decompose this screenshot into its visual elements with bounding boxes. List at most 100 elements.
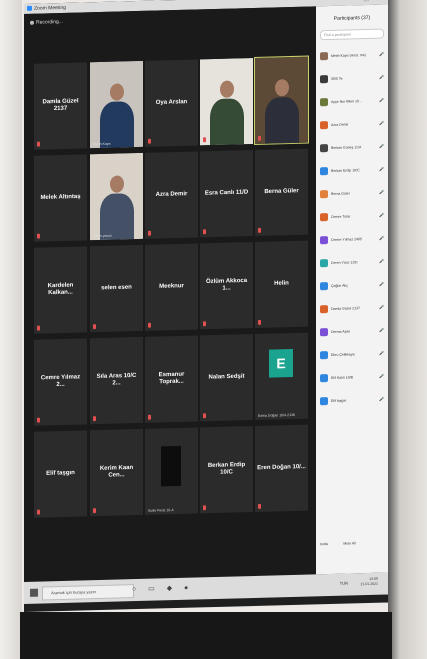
mic-status-icon[interactable]: 🎤	[379, 98, 384, 103]
participant-tile[interactable]: Esmanur Toprak...	[145, 335, 198, 423]
recording-indicator[interactable]: Recording...	[30, 19, 63, 26]
participant-tile[interactable]: Kerim Kaan Cen...	[90, 428, 143, 517]
participant-name: Cemre Yılmaz 2...	[40, 374, 81, 389]
participant-list-item[interactable]: Çağlar Akç 🎤	[316, 274, 388, 299]
window-controls[interactable]: – □ ✕	[354, 0, 384, 3]
avatar	[320, 374, 328, 383]
participant-tile[interactable]: Eren Doğan 10/...	[255, 424, 308, 512]
participant-tile[interactable]: E Esma Doğan 10/A 2138	[255, 332, 308, 420]
participant-tile[interactable]: Meeknur	[145, 243, 198, 331]
participant-list-item[interactable]: Elif taşgın 🎤	[316, 389, 388, 414]
participant-tile[interactable]: Melek Altıntaş	[34, 154, 87, 242]
participant-list-item[interactable]: Berkan Erdip 10/C 🎤	[316, 159, 388, 184]
mic-status-icon[interactable]: 🎤	[379, 328, 384, 333]
mic-status-icon[interactable]: 🎤	[379, 75, 384, 80]
participant-name: Esra Canlı 11/D	[204, 189, 249, 197]
participant-tile[interactable]: Berna Güler	[255, 148, 308, 236]
participant-list-item[interactable]: Derma Aşan 🎤	[316, 320, 388, 345]
participant-tile[interactable]: Nalan Sedşit	[200, 334, 253, 422]
mic-status-icon[interactable]: 🎤	[379, 397, 384, 402]
participant-list-name: Ceren Yüce 11/D	[331, 260, 358, 265]
muted-mic-icon	[37, 141, 40, 147]
participant-list: Metin Kaya (Host, me) 🎤 SBS Te 🎤 Ayşe Nur Bi…	[316, 44, 388, 414]
avatar	[320, 328, 328, 337]
participant-tile[interactable]: Elif taşgın	[34, 430, 87, 518]
mic-status-icon[interactable]: 🎤	[379, 282, 384, 287]
mic-status-icon[interactable]: 🎤	[379, 213, 384, 218]
participant-tile[interactable]: Cemre Yılmaz 2...	[34, 338, 87, 426]
muted-mic-icon	[258, 227, 261, 233]
participant-tile[interactable]: Sude Ferat 10-A	[145, 427, 198, 515]
muted-mic-icon	[258, 319, 261, 325]
participant-name: Berkan Erdip 10/C	[207, 462, 246, 476]
avatar	[161, 445, 181, 487]
mic-status-icon[interactable]: 🎤	[379, 167, 384, 172]
participant-search-input[interactable]: Find a participant	[320, 28, 384, 41]
participant-list-item[interactable]: Damla Güzel 2137 🎤	[316, 297, 388, 322]
participant-list-item[interactable]: Ceren Yüce 11/D 🎤	[316, 251, 388, 276]
participant-name: selen esen	[101, 284, 132, 292]
participant-tile[interactable]: Özlüm Akkoca 1...	[200, 242, 253, 330]
participant-tile[interactable]: Selim yavuz	[90, 152, 143, 241]
participant-list-item[interactable]: Azra Demir 🎤	[316, 113, 388, 138]
language-indicator[interactable]: TUR	[340, 581, 348, 586]
participant-list-item[interactable]: Cemre Yılmaz 2465 🎤	[316, 228, 388, 253]
recording-label: Recording...	[36, 18, 63, 26]
participant-tile[interactable]: Azra Demir	[145, 151, 198, 239]
mic-status-icon[interactable]: 🎤	[379, 52, 384, 57]
muted-mic-icon	[203, 413, 206, 419]
clock-date: 21.01.2021	[360, 581, 378, 587]
participant-list-item[interactable]: Ayşe Nur Bilen 10... 🎤	[316, 90, 388, 115]
participant-tile[interactable]: Helin	[255, 240, 308, 328]
participant-tile[interactable]: Metin Kaya	[90, 60, 143, 149]
participant-tile[interactable]: selen esen	[90, 244, 143, 333]
participant-list-item[interactable]: Berkan Güneş 11/A 🎤	[316, 136, 388, 161]
invite-button[interactable]: Invite	[320, 542, 328, 546]
participant-tile[interactable]: Kardelen Kalkan...	[34, 246, 87, 334]
participant-list-item[interactable]: SBS Te 🎤	[316, 67, 388, 92]
participant-tile[interactable]	[200, 58, 253, 146]
muted-mic-icon	[37, 325, 40, 331]
participants-panel: Participants (37) Find a participant Met…	[316, 4, 388, 575]
participant-tile[interactable]: Esra Canlı 11/D	[200, 150, 253, 238]
participant-name: Berna Güler	[264, 188, 299, 196]
participant-tile[interactable]: Oya Arslan	[145, 59, 198, 147]
participant-list-item[interactable]: Cemre Tutar 🎤	[316, 205, 388, 230]
participant-list-item[interactable]: Ebru Çelikkaya 🎤	[316, 343, 388, 368]
participant-tile[interactable]: Damla Güzel 2137	[34, 62, 87, 150]
participant-video	[255, 56, 308, 144]
taskbar-search-input[interactable]: Aramak için buraya yazın	[42, 584, 134, 601]
mute-all-button[interactable]: Mute All	[343, 541, 355, 545]
participant-label: Esma Doğan 10/A 2138	[258, 412, 295, 418]
taskbar-apps[interactable]: ○ ▭ ◆ ●	[132, 584, 193, 594]
avatar	[320, 121, 328, 130]
avatar	[320, 397, 328, 406]
participant-tile[interactable]: Berkan Erdip 10/C	[200, 426, 253, 514]
participant-list-name: Elif Kalın 10/B	[331, 375, 353, 380]
participant-label: Metin Kaya	[93, 141, 111, 147]
mic-status-icon[interactable]: 🎤	[379, 190, 384, 195]
participant-list-item[interactable]: Elif Kalın 10/B 🎤	[316, 366, 388, 391]
muted-mic-icon	[93, 508, 96, 514]
mic-status-icon[interactable]: 🎤	[379, 121, 384, 126]
start-icon[interactable]	[30, 588, 38, 597]
muted-mic-icon	[93, 324, 96, 330]
participant-list-item[interactable]: Berna Güler 🎤	[316, 182, 388, 207]
participant-name: Esmanur Toprak...	[158, 371, 185, 386]
participant-tile[interactable]	[254, 55, 309, 145]
mic-status-icon[interactable]: 🎤	[379, 144, 384, 149]
mic-status-icon[interactable]: 🎤	[379, 374, 384, 379]
participant-list-name: Derma Aşan	[331, 329, 351, 334]
participant-list-item[interactable]: Metin Kaya (Host, me) 🎤	[316, 44, 388, 69]
mic-status-icon[interactable]: 🎤	[379, 259, 384, 264]
mic-status-icon[interactable]: 🎤	[379, 236, 384, 241]
muted-mic-icon	[258, 135, 261, 141]
mic-status-icon[interactable]: 🎤	[379, 351, 384, 356]
participant-name: Oya Arslan	[155, 99, 188, 106]
participant-tile[interactable]: Sıla Aras 10/C 2...	[90, 336, 143, 425]
taskbar-clock[interactable]: 13:05 21.01.2021	[360, 577, 378, 587]
mic-status-icon[interactable]: 🎤	[379, 305, 384, 310]
record-dot-icon	[30, 20, 34, 25]
zoom-app-icon	[27, 5, 32, 11]
participant-name: Elif taşgın	[46, 470, 75, 477]
